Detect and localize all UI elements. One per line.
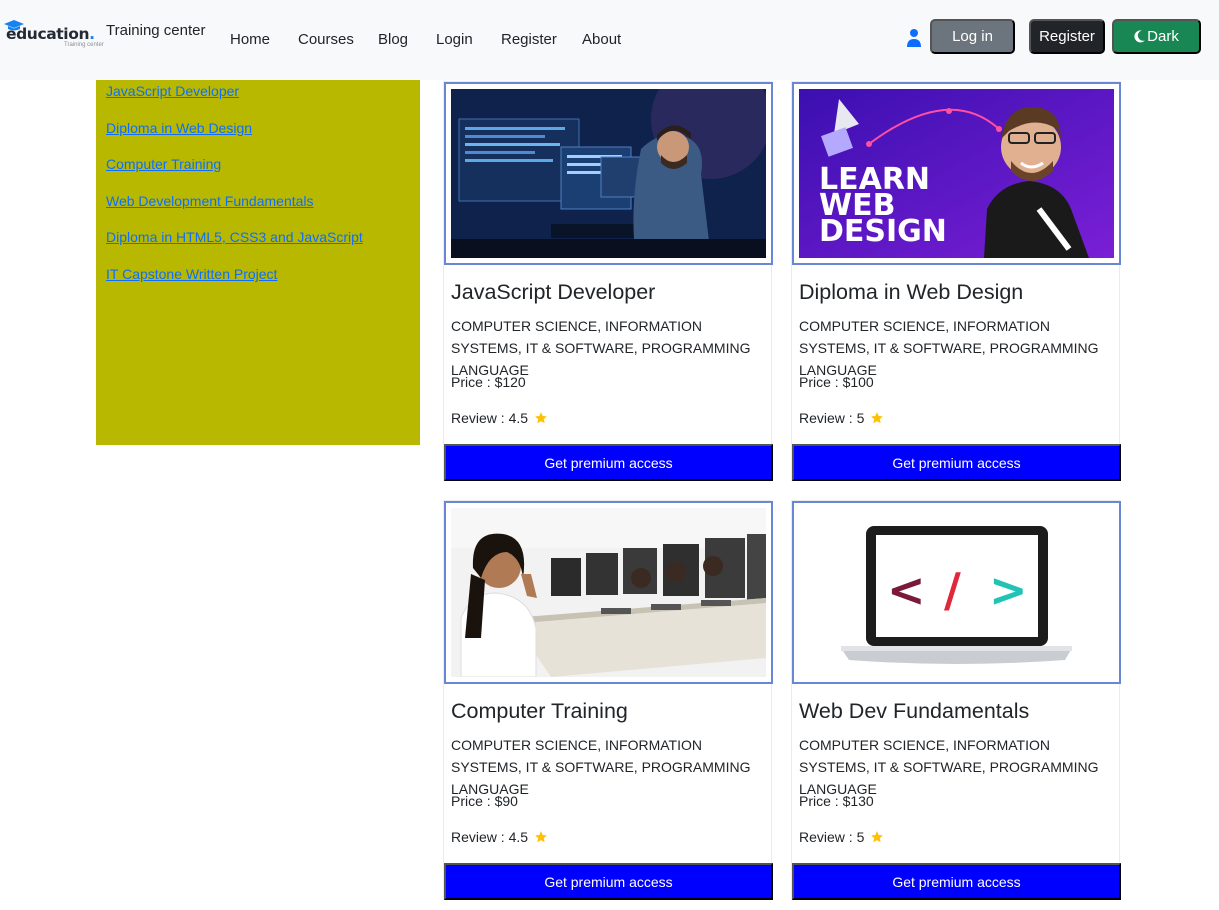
dark-mode-toggle[interactable]: Dark <box>1112 19 1201 54</box>
course-title[interactable]: JavaScript Developer <box>451 280 655 305</box>
image-text-lt: < <box>887 563 926 617</box>
course-card: LEARN WEB DESIGN Diploma in Web Design C… <box>791 81 1121 481</box>
star-icon <box>871 412 884 424</box>
sidebar-link-javascript-developer[interactable]: JavaScript Developer <box>106 83 239 99</box>
nav-about[interactable]: About <box>582 31 621 48</box>
sidebar-link-diploma-html5-css3-js[interactable]: Diploma in HTML5, CSS3 and JavaScript <box>106 229 363 245</box>
course-category: COMPUTER SCIENCE, INFORMATION SYSTEMS, I… <box>451 737 751 797</box>
nav-home[interactable]: Home <box>230 31 270 48</box>
image-text-slash: / <box>944 563 961 617</box>
register-button[interactable]: Register <box>1029 19 1105 54</box>
sidebar-link-web-dev-fundamentals[interactable]: Web Development Fundamentals <box>106 193 314 209</box>
nav-blog[interactable]: Blog <box>378 31 408 48</box>
sidebar-link-diploma-web-design[interactable]: Diploma in Web Design <box>106 120 252 136</box>
course-review-text: Review : 4.5 <box>451 410 529 426</box>
course-review-text: Review : 5 <box>799 829 865 845</box>
sidebar-link-computer-training[interactable]: Computer Training <box>106 156 221 172</box>
brand-subtitle: Training center <box>64 42 104 48</box>
course-image-computer-lab[interactable] <box>444 501 773 684</box>
dark-mode-label: Dark <box>1147 28 1179 45</box>
get-premium-access-button[interactable]: Get premium access <box>444 444 773 481</box>
course-category: COMPUTER SCIENCE, INFORMATION SYSTEMS, I… <box>451 318 751 378</box>
login-button[interactable]: Log in <box>930 19 1015 54</box>
course-image-laptop-code[interactable]: < / > <box>792 501 1121 684</box>
course-sidebar: JavaScript Developer Diploma in Web Desi… <box>96 80 420 445</box>
course-card: < / > Web Dev Fundamentals COMPUTER SCIE… <box>791 500 1121 900</box>
course-title[interactable]: Diploma in Web Design <box>799 280 1023 305</box>
get-premium-access-button[interactable]: Get premium access <box>792 444 1121 481</box>
brand-logo[interactable]: education. Training center <box>4 20 104 52</box>
course-card: JavaScript Developer COMPUTER SCIENCE, I… <box>443 81 773 481</box>
get-premium-access-button[interactable]: Get premium access <box>444 863 773 900</box>
nav-courses[interactable]: Courses <box>298 31 354 48</box>
user-icon[interactable] <box>906 28 922 48</box>
image-text-gt: > <box>989 563 1028 617</box>
moon-icon <box>1134 30 1145 43</box>
navbar: education. Training center Training cent… <box>0 0 1219 80</box>
course-price: Price : $120 <box>451 374 526 390</box>
course-title[interactable]: Web Dev Fundamentals <box>799 699 1029 724</box>
course-price: Price : $130 <box>799 793 874 809</box>
course-review-text: Review : 4.5 <box>451 829 529 845</box>
course-review: Review : 4.5 <box>451 829 548 845</box>
get-premium-access-button[interactable]: Get premium access <box>792 863 1121 900</box>
course-review: Review : 4.5 <box>451 410 548 426</box>
image-text-design: DESIGN <box>819 214 947 249</box>
tagline: Training center <box>106 22 206 39</box>
star-icon <box>535 412 547 424</box>
course-title[interactable]: Computer Training <box>451 699 628 724</box>
nav-login[interactable]: Login <box>436 31 473 48</box>
brand-name: education. <box>6 25 95 43</box>
nav-register[interactable]: Register <box>501 31 557 48</box>
star-icon <box>871 831 884 843</box>
course-category: COMPUTER SCIENCE, INFORMATION SYSTEMS, I… <box>799 318 1099 378</box>
course-category: COMPUTER SCIENCE, INFORMATION SYSTEMS, I… <box>799 737 1099 797</box>
star-icon <box>535 831 547 843</box>
course-price: Price : $90 <box>451 793 518 809</box>
course-review-text: Review : 5 <box>799 410 865 426</box>
sidebar-link-it-capstone[interactable]: IT Capstone Written Project <box>106 266 277 282</box>
course-review: Review : 5 <box>799 410 884 426</box>
course-image-developer-at-desk[interactable] <box>444 82 773 265</box>
course-card: Computer Training COMPUTER SCIENCE, INFO… <box>443 500 773 900</box>
course-review: Review : 5 <box>799 829 884 845</box>
course-price: Price : $100 <box>799 374 874 390</box>
course-image-learn-web-design[interactable]: LEARN WEB DESIGN <box>792 82 1121 265</box>
